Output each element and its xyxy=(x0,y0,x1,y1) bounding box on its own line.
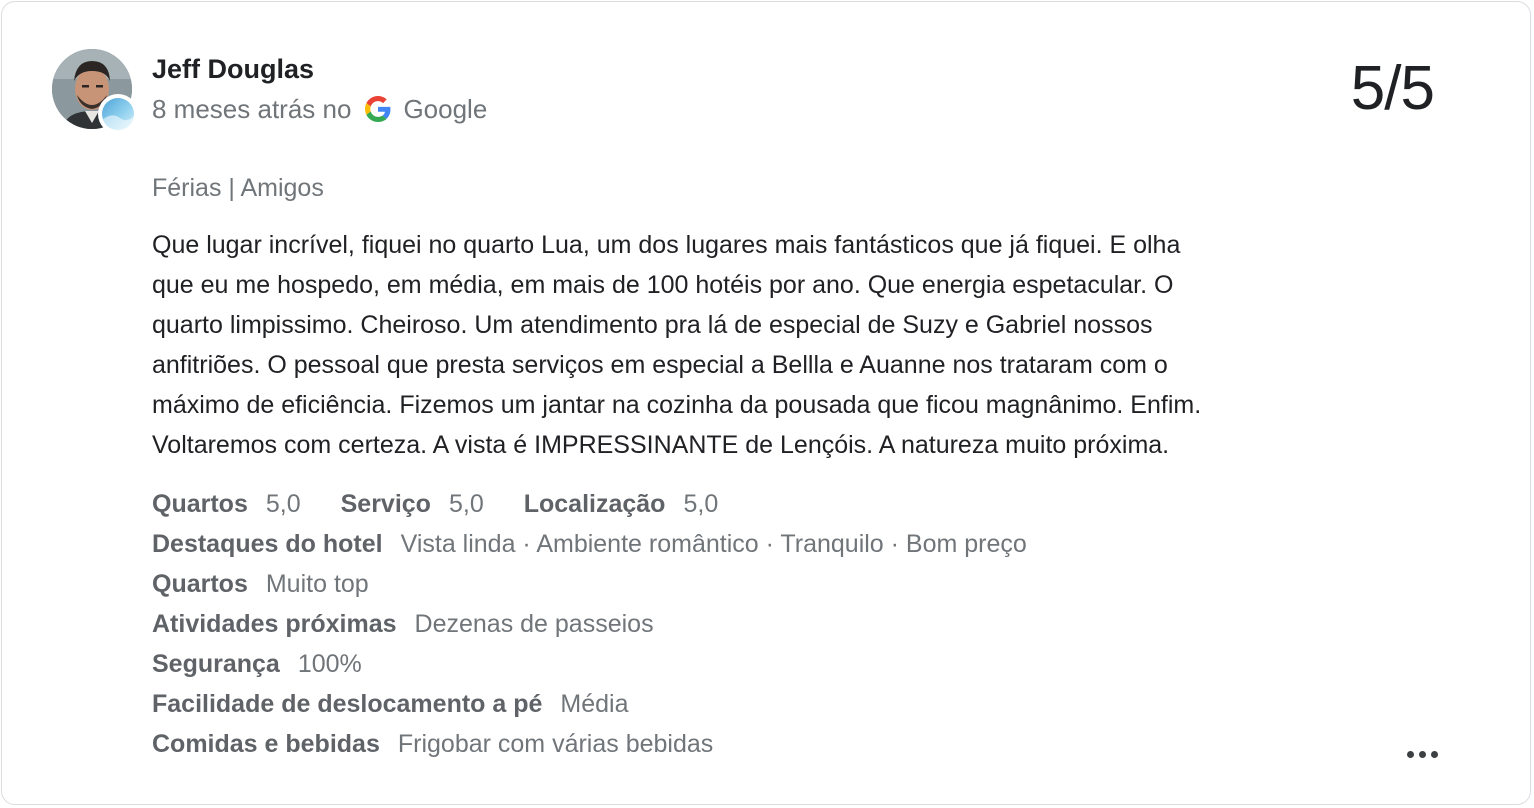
review-text-line: Que lugar incrível, fiquei no quarto Lua… xyxy=(152,231,1181,259)
attribute-label: Comidas e bebidas xyxy=(152,730,380,758)
attribute-value: Dezenas de passeios xyxy=(414,610,654,638)
rating-value-location: 5,0 xyxy=(683,490,719,518)
review-source: Google xyxy=(403,94,488,124)
review-score: 5/5 xyxy=(1350,54,1435,123)
attribute-value: Muito top xyxy=(265,570,369,598)
attribute-label: Quartos xyxy=(152,570,248,598)
review-text-line: anfitriões. O pessoal que presta serviço… xyxy=(152,351,1168,379)
more-options-button[interactable] xyxy=(1400,740,1444,768)
rating-value-rooms: 5,0 xyxy=(265,490,301,518)
attribute-label: Destaques do hotel xyxy=(152,530,383,558)
trip-type: Férias | Amigos xyxy=(152,174,324,202)
review-text-line: Voltaremos com certeza. A vista é IMPRES… xyxy=(152,431,1170,459)
attribute-row-safety: Segurança 100% xyxy=(152,644,1027,684)
attribute-row-activities: Atividades próximas Dezenas de passeios xyxy=(152,604,1027,644)
review-meta: 8 meses atrás no Google xyxy=(152,92,487,126)
rating-label-location: Localização xyxy=(523,490,666,518)
attribute-label: Facilidade de deslocamento a pé xyxy=(152,690,543,718)
attribute-row-rooms: Quartos Muito top xyxy=(152,564,1027,604)
review-text: Que lugar incrível, fiquei no quarto Lua… xyxy=(152,225,1382,465)
attribute-row-walkability: Facilidade de deslocamento a pé Média xyxy=(152,684,1027,724)
review-card: Jeff Douglas 8 meses atrás no Google 5/5… xyxy=(1,1,1531,805)
review-text-line: que eu me hospedo, em média, em mais de … xyxy=(152,271,1174,299)
review-time: 8 meses atrás no xyxy=(152,94,352,124)
google-g-icon xyxy=(365,96,391,122)
ratings-row: Quartos 5,0 Serviço 5,0 Localização 5,0 xyxy=(152,484,1027,524)
attribute-value: Vista linda · Ambiente romântico · Tranq… xyxy=(400,530,1027,558)
author-name[interactable]: Jeff Douglas xyxy=(152,52,314,86)
attribute-row-highlights: Destaques do hotel Vista linda · Ambiente… xyxy=(152,524,1027,564)
local-guide-badge-icon xyxy=(98,94,138,134)
attribute-label: Atividades próximas xyxy=(152,610,397,638)
more-horizontal-icon xyxy=(1404,750,1440,758)
attribute-row-food: Comidas e bebidas Frigobar com várias beb… xyxy=(152,724,1027,764)
attribute-label: Segurança xyxy=(152,650,280,678)
attribute-value: Frigobar com várias bebidas xyxy=(397,730,714,758)
attribute-value: 100% xyxy=(297,650,362,678)
rating-label-service: Serviço xyxy=(340,490,431,518)
review-text-line: quarto limpissimo. Cheiroso. Um atendime… xyxy=(152,311,1153,339)
attribute-value: Média xyxy=(560,690,629,718)
rating-value-service: 5,0 xyxy=(448,490,484,518)
rating-label-rooms: Quartos xyxy=(152,490,248,518)
review-attributes: Quartos 5,0 Serviço 5,0 Localização 5,0 Desta… xyxy=(152,484,1027,764)
review-text-line: máximo de eficiência. Fizemos um jantar … xyxy=(152,391,1202,419)
